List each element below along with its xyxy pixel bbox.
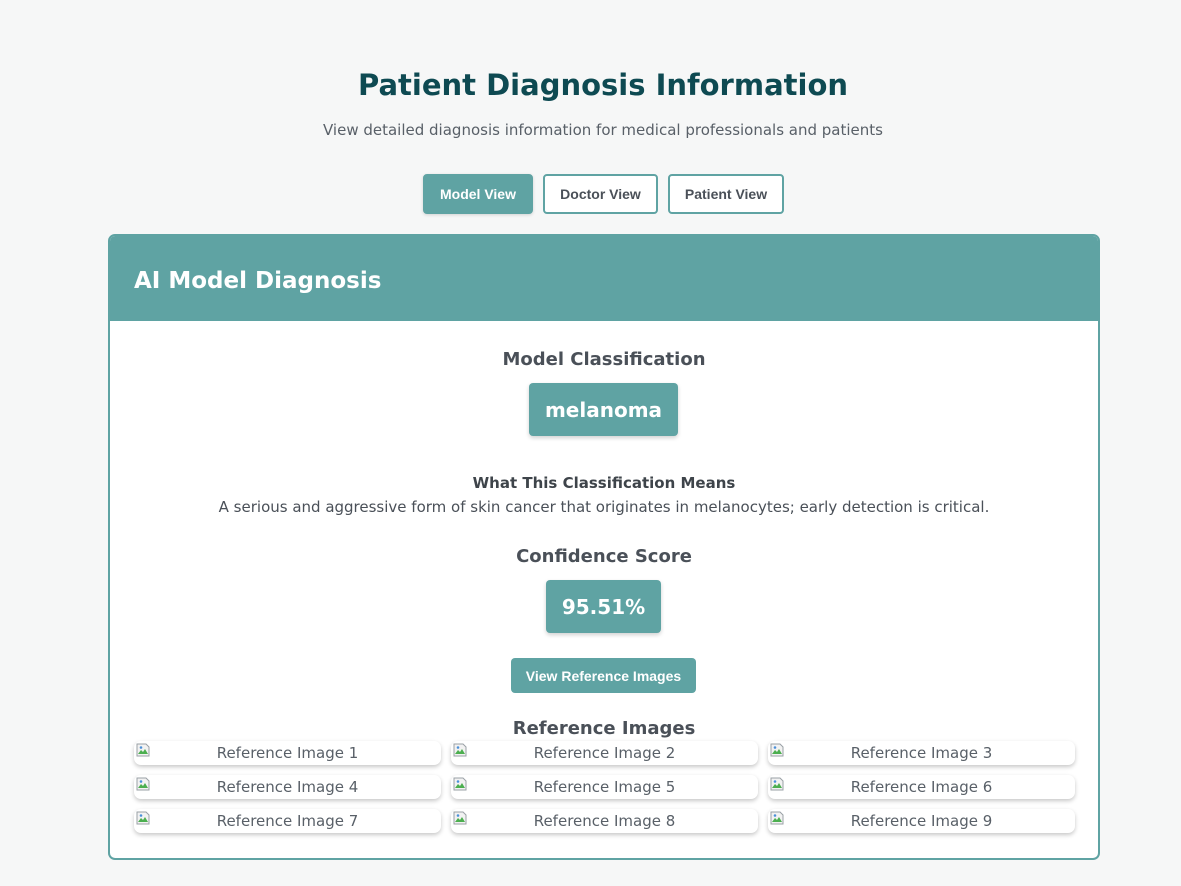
broken-image-icon bbox=[453, 777, 467, 791]
meaning-text: A serious and aggressive form of skin ca… bbox=[218, 498, 990, 516]
broken-image-icon bbox=[136, 811, 150, 825]
tab-doctor-view[interactable]: Doctor View bbox=[543, 174, 658, 214]
page-title: Patient Diagnosis Information bbox=[357, 68, 849, 102]
reference-image-label: Reference Image 4 bbox=[216, 778, 359, 796]
broken-image-icon bbox=[453, 811, 467, 825]
broken-image-icon bbox=[453, 743, 467, 757]
reference-image-label: Reference Image 7 bbox=[216, 812, 359, 830]
reference-image[interactable]: Reference Image 9 bbox=[768, 809, 1075, 833]
reference-image[interactable]: Reference Image 8 bbox=[451, 809, 758, 833]
tab-model-view[interactable]: Model View bbox=[423, 174, 533, 214]
card-header: AI Model Diagnosis bbox=[110, 236, 1098, 321]
confidence-badge: 95.51% bbox=[546, 580, 661, 633]
reference-image-label: Reference Image 6 bbox=[850, 778, 993, 796]
view-reference-images-button[interactable]: View Reference Images bbox=[511, 658, 696, 693]
reference-image[interactable]: Reference Image 4 bbox=[134, 775, 441, 799]
reference-image-label: Reference Image 1 bbox=[216, 744, 359, 762]
broken-image-icon bbox=[770, 811, 784, 825]
card-title: AI Model Diagnosis bbox=[134, 267, 382, 294]
tab-patient-view[interactable]: Patient View bbox=[668, 174, 784, 214]
reference-image[interactable]: Reference Image 1 bbox=[134, 741, 441, 765]
reference-image[interactable]: Reference Image 6 bbox=[768, 775, 1075, 799]
page-subtitle: View detailed diagnosis information for … bbox=[323, 121, 883, 139]
broken-image-icon bbox=[770, 777, 784, 791]
view-tabs: Model View Doctor View Patient View bbox=[423, 174, 784, 214]
broken-image-icon bbox=[136, 777, 150, 791]
meaning-heading: What This Classification Means bbox=[472, 474, 736, 492]
diagnosis-card: AI Model Diagnosis Model Classification … bbox=[108, 234, 1100, 860]
reference-images-grid: Reference Image 1 Reference Image 2 Refe… bbox=[134, 741, 1075, 833]
page: Patient Diagnosis Information View detai… bbox=[0, 0, 1181, 886]
reference-images-heading: Reference Images bbox=[512, 718, 696, 739]
classification-badge: melanoma bbox=[529, 383, 678, 436]
reference-image[interactable]: Reference Image 7 bbox=[134, 809, 441, 833]
reference-image-label: Reference Image 8 bbox=[533, 812, 676, 830]
broken-image-icon bbox=[770, 743, 784, 757]
broken-image-icon bbox=[136, 743, 150, 757]
reference-image-label: Reference Image 3 bbox=[850, 744, 993, 762]
reference-image-label: Reference Image 9 bbox=[850, 812, 993, 830]
reference-image-label: Reference Image 2 bbox=[533, 744, 676, 762]
reference-image[interactable]: Reference Image 5 bbox=[451, 775, 758, 799]
reference-image[interactable]: Reference Image 3 bbox=[768, 741, 1075, 765]
reference-image[interactable]: Reference Image 2 bbox=[451, 741, 758, 765]
confidence-heading: Confidence Score bbox=[516, 546, 692, 567]
classification-heading: Model Classification bbox=[502, 349, 706, 370]
reference-image-label: Reference Image 5 bbox=[533, 778, 676, 796]
